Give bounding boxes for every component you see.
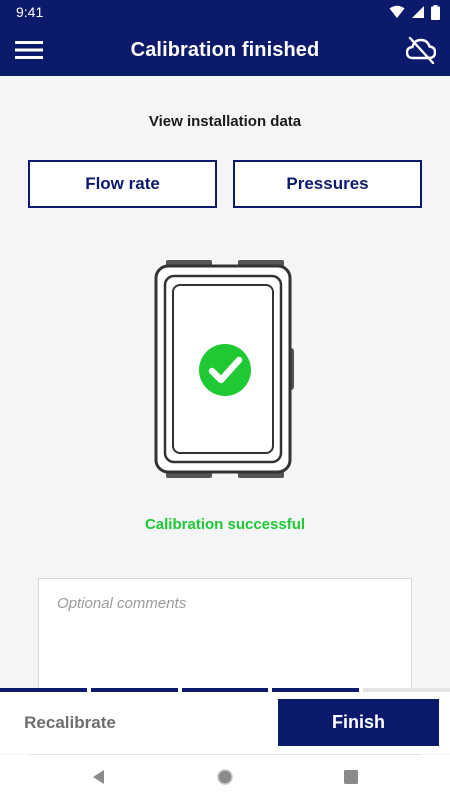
installation-data-label: View installation data — [148, 113, 302, 130]
action-bar: Recalibrate Finish — [0, 692, 450, 754]
cellular-signal-icon — [412, 6, 424, 18]
hamburger-menu-icon[interactable] — [14, 38, 44, 62]
back-icon[interactable] — [89, 767, 109, 787]
check-circle-icon — [199, 344, 251, 396]
pressures-button[interactable]: Pressures — [233, 160, 422, 208]
recents-icon[interactable] — [341, 767, 361, 787]
finish-button[interactable]: Finish — [278, 699, 439, 746]
calibration-status-text: Calibration successful — [144, 516, 306, 533]
flow-rate-button[interactable]: Flow rate — [28, 160, 217, 208]
status-icons — [389, 4, 440, 20]
cloud-off-icon[interactable] — [406, 36, 436, 64]
status-time: 9:41 — [16, 4, 44, 20]
status-bar: 9:41 — [0, 0, 450, 24]
battery-icon — [431, 4, 440, 20]
recalibrate-button[interactable]: Recalibrate — [0, 692, 140, 754]
app-bar: Calibration finished — [0, 24, 450, 76]
device-illustration — [154, 260, 294, 478]
wifi-icon — [389, 5, 405, 18]
system-nav-bar — [0, 755, 450, 800]
home-icon[interactable] — [215, 767, 235, 787]
page-title: Calibration finished — [130, 38, 320, 61]
